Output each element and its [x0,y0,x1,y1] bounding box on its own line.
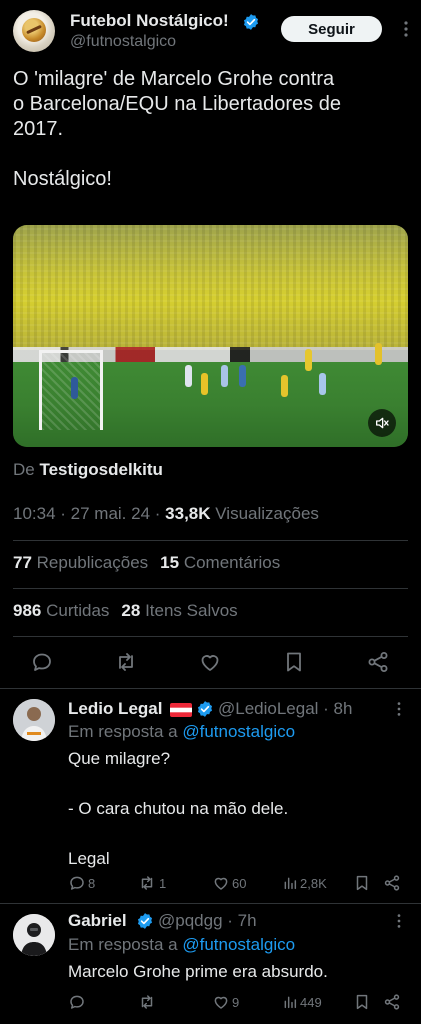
player [71,377,78,399]
reply-icon[interactable] [30,650,54,674]
reply-icon [70,995,84,1009]
player [201,373,208,395]
in-reply-prefix: Em resposta a [68,722,178,741]
saves-count: 28 [121,601,141,620]
reply-text: Marcelo Grohe prime era absurdo. [68,962,328,981]
stadium-crowd [13,225,408,350]
reply-avatar[interactable] [13,699,55,741]
author-avatar[interactable] [13,10,55,52]
more-vertical-icon[interactable] [396,19,416,39]
reply-action-views[interactable]: 449 [282,993,322,1011]
divider [13,636,408,637]
reply-count: 8 [88,875,96,891]
author-name[interactable]: Futebol Nostálgico! [70,11,229,31]
post-header: Futebol Nostálgico! @futnostalgico Segui… [0,0,421,62]
reply-avatar[interactable] [13,914,55,956]
comments-stat[interactable]: 15 Comentários [160,553,280,572]
post-action-bar [0,644,421,680]
post-time[interactable]: 10:34 · 27 mai. 24 · [13,504,160,523]
speaker-muted-icon [376,417,389,429]
repost-icon [141,876,153,890]
views-count: 33,8K [165,504,211,523]
heart-icon [214,877,228,890]
follow-button[interactable]: Seguir [281,16,382,42]
bookmark-icon[interactable] [353,874,371,892]
reply-item[interactable]: Ledio Legal @LedioLegal · 8h Em resposta… [0,689,421,903]
reposts-count: 77 [13,553,32,572]
reply-item[interactable]: Gabriel @pqdgg · 7h Em resposta a @futno… [0,904,421,1024]
in-reply-prefix: Em resposta a [68,935,178,954]
repost-icon [141,995,153,1009]
views-count: 449 [300,994,322,1010]
reply-author-handle[interactable]: @pqdgg · 7h [158,911,257,931]
views-chart-icon [284,996,297,1009]
comments-label: Comentários [183,553,281,572]
source-prefix: De [13,460,35,479]
verified-badge-icon [137,913,153,929]
share-icon[interactable] [366,650,390,674]
in-reply-to: Em resposta a @futnostalgico [68,935,295,955]
likes-label: Curtidas [46,601,110,620]
verified-badge-icon [197,701,213,717]
in-reply-handle[interactable]: @futnostalgico [182,722,295,741]
repost-icon[interactable] [114,650,138,674]
views-label: Visualizações [215,504,319,523]
reply-icon [70,876,84,890]
verified-badge-icon [243,14,259,30]
reply-author-name[interactable]: Ledio Legal [68,699,162,719]
player [305,349,312,371]
bookmark-icon[interactable] [282,650,306,674]
reply-action-reply[interactable] [68,993,88,1011]
reposts-comments-stats: 77 Republicações 15 Comentários [13,553,280,573]
likes-stat[interactable]: 986 Curtidas [13,601,109,620]
reply-action-reply[interactable]: 8 [68,874,95,892]
divider [13,588,408,589]
likes-count: 986 [13,601,42,620]
source-name[interactable]: Testigosdelkitu [39,460,162,479]
comments-count: 15 [160,553,180,572]
heart-icon [214,996,228,1009]
austria-flag-icon [170,703,192,717]
like-count: 60 [232,875,247,891]
player [375,343,382,365]
like-count: 9 [232,994,240,1010]
views-chart-icon [284,877,297,890]
video-player[interactable] [13,225,408,447]
reply-text: Que milagre? - O cara chutou na mão dele… [68,749,289,868]
player [319,373,326,395]
bookmark-icon[interactable] [353,993,371,1011]
reply-author-name[interactable]: Gabriel [68,911,127,931]
reply-action-repost[interactable]: 1 [137,874,166,892]
heart-icon[interactable] [198,650,222,674]
reply-author-handle[interactable]: @LedioLegal · 8h [218,699,352,719]
reply-action-like[interactable]: 60 [212,874,246,892]
in-reply-to: Em resposta a @futnostalgico [68,722,295,742]
reply-action-like[interactable]: 9 [212,993,239,1011]
player [221,365,228,387]
repost-count: 1 [159,875,167,891]
in-reply-handle[interactable]: @futnostalgico [182,935,295,954]
video-source: De Testigosdelkitu [13,460,163,480]
player [281,375,288,397]
player [239,365,246,387]
likes-saves-stats: 986 Curtidas 28 Itens Salvos [13,601,238,621]
saves-label: Itens Salvos [145,601,238,620]
more-vertical-icon[interactable] [390,912,408,930]
mute-button[interactable] [368,409,396,437]
divider [13,540,408,541]
saves-stat[interactable]: 28 Itens Salvos [121,601,237,620]
reposts-label: Republicações [36,553,149,572]
reply-action-views[interactable]: 2,8K [282,874,327,892]
post-text: O 'milagre' de Marcelo Grohe contra o Ba… [13,68,341,190]
reposts-stat[interactable]: 77 Republicações [13,553,148,572]
share-icon[interactable] [383,993,401,1011]
author-handle[interactable]: @futnostalgico [70,33,176,51]
more-vertical-icon[interactable] [390,700,408,718]
share-icon[interactable] [383,874,401,892]
views-count: 2,8K [300,875,327,891]
player [185,365,192,387]
reply-action-repost[interactable] [137,993,159,1011]
post-meta: 10:34 · 27 mai. 24 · 33,8K Visualizações [13,504,319,524]
